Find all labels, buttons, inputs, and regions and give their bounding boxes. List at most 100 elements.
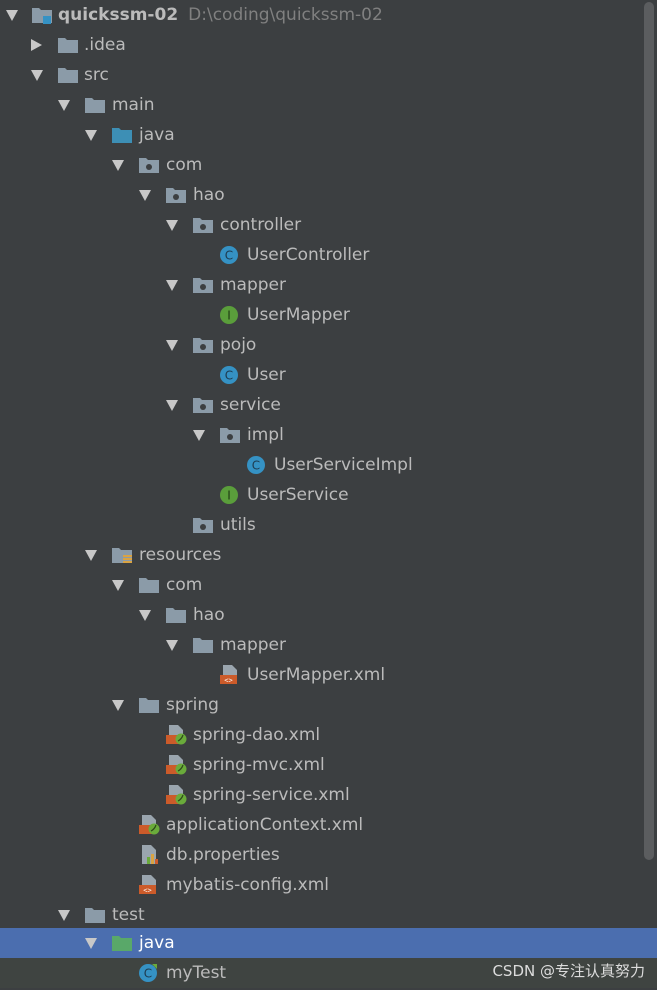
tree-row-user[interactable]: C User (0, 360, 657, 390)
file-label: applicationContext.xml (166, 815, 364, 835)
spring-xml-icon (138, 815, 160, 835)
folder-icon (57, 35, 79, 55)
folder-label: java (139, 125, 175, 145)
collapse-arrow-icon[interactable] (139, 190, 151, 201)
tree-row-usermapper-xml[interactable]: <> UserMapper.xml (0, 660, 657, 690)
test-class-icon: C (138, 963, 160, 983)
package-icon (192, 395, 214, 415)
package-icon (138, 155, 160, 175)
folder-label: spring (166, 695, 219, 715)
folder-label: java (139, 933, 175, 953)
svg-text:C: C (252, 459, 260, 473)
file-label: db.properties (166, 845, 280, 865)
tree-row-idea[interactable]: .idea (0, 30, 657, 60)
collapse-arrow-icon[interactable] (112, 580, 124, 591)
collapse-arrow-icon[interactable] (58, 910, 70, 921)
svg-text:I: I (227, 309, 231, 323)
collapse-arrow-icon[interactable] (85, 550, 97, 561)
package-label: mapper (220, 275, 287, 295)
folder-label: hao (193, 605, 225, 625)
collapse-arrow-icon[interactable] (166, 220, 178, 231)
collapse-arrow-icon[interactable] (139, 610, 151, 621)
tree-row-pojo[interactable]: pojo (0, 330, 657, 360)
vertical-scrollbar[interactable] (644, 2, 654, 860)
folder-label: .idea (84, 35, 126, 55)
expand-arrow-icon[interactable] (31, 39, 42, 51)
svg-text:<>: <> (224, 677, 232, 685)
folder-icon (84, 95, 106, 115)
svg-text:I: I (227, 489, 231, 503)
package-icon (165, 185, 187, 205)
tree-row-mybatis-config[interactable]: <> mybatis-config.xml (0, 870, 657, 900)
package-label: service (220, 395, 281, 415)
svg-text:C: C (144, 967, 152, 981)
tree-row-test[interactable]: test (0, 900, 657, 930)
tree-row-controller[interactable]: controller (0, 210, 657, 240)
tree-row-main[interactable]: main (0, 90, 657, 120)
project-path: D:\coding\quickssm-02 (188, 5, 383, 25)
folder-icon (57, 65, 79, 85)
collapse-arrow-icon[interactable] (193, 430, 205, 441)
tree-row-com[interactable]: com (0, 150, 657, 180)
collapse-arrow-icon[interactable] (31, 70, 43, 81)
package-label: utils (220, 515, 256, 535)
file-label: spring-mvc.xml (193, 755, 325, 775)
tree-row-resources[interactable]: resources (0, 540, 657, 570)
folder-icon (192, 635, 214, 655)
collapse-arrow-icon[interactable] (85, 938, 97, 949)
project-name-label: quickssm-02 D:\coding\quickssm-02 (58, 5, 383, 25)
collapse-arrow-icon[interactable] (58, 100, 70, 111)
tree-row-spring[interactable]: spring (0, 690, 657, 720)
class-label: UserController (247, 245, 370, 265)
tree-row-usercontroller[interactable]: C UserController (0, 240, 657, 270)
folder-label: com (166, 575, 203, 595)
collapse-arrow-icon[interactable] (166, 340, 178, 351)
tree-row-src[interactable]: src (0, 60, 657, 90)
file-label: spring-service.xml (193, 785, 350, 805)
folder-label: src (84, 65, 109, 85)
collapse-arrow-icon[interactable] (112, 700, 124, 711)
tree-row-java[interactable]: java (0, 120, 657, 150)
package-icon (192, 215, 214, 235)
tree-row-mapper[interactable]: mapper (0, 270, 657, 300)
tree-row-impl[interactable]: impl (0, 420, 657, 450)
properties-icon (138, 845, 160, 865)
file-label: UserMapper.xml (247, 665, 386, 685)
spring-xml-icon (165, 755, 187, 775)
tree-row-spring-service[interactable]: spring-service.xml (0, 780, 657, 810)
folder-label: resources (139, 545, 222, 565)
tree-row-res-hao[interactable]: hao (0, 600, 657, 630)
svg-text:<>: <> (143, 887, 151, 895)
collapse-arrow-icon[interactable] (166, 280, 178, 291)
package-label: hao (193, 185, 225, 205)
tree-row-usermapper[interactable]: I UserMapper (0, 300, 657, 330)
tree-row-db-properties[interactable]: db.properties (0, 840, 657, 870)
folder-label: main (112, 95, 155, 115)
watermark: CSDN @专注认真努力 (492, 962, 645, 980)
tree-row-service[interactable]: service (0, 390, 657, 420)
tree-row-test-java-selected[interactable]: java (0, 928, 657, 958)
spring-xml-icon (165, 725, 187, 745)
source-folder-icon (111, 125, 133, 145)
folder-icon (165, 605, 187, 625)
tree-row-applicationcontext[interactable]: applicationContext.xml (0, 810, 657, 840)
tree-row-userservice[interactable]: I UserService (0, 480, 657, 510)
package-label: com (166, 155, 203, 175)
folder-label: test (112, 905, 145, 925)
folder-icon (84, 905, 106, 925)
interface-label: UserService (247, 485, 349, 505)
tree-row-res-com[interactable]: com (0, 570, 657, 600)
collapse-arrow-icon[interactable] (6, 10, 18, 21)
package-label: pojo (220, 335, 257, 355)
tree-row-userserviceimpl[interactable]: C UserServiceImpl (0, 450, 657, 480)
tree-row-spring-dao[interactable]: spring-dao.xml (0, 720, 657, 750)
tree-row-project-root[interactable]: quickssm-02 D:\coding\quickssm-02 (0, 0, 657, 30)
collapse-arrow-icon[interactable] (85, 130, 97, 141)
tree-row-hao[interactable]: hao (0, 180, 657, 210)
collapse-arrow-icon[interactable] (166, 400, 178, 411)
tree-row-spring-mvc[interactable]: spring-mvc.xml (0, 750, 657, 780)
tree-row-res-mapper[interactable]: mapper (0, 630, 657, 660)
collapse-arrow-icon[interactable] (166, 640, 178, 651)
tree-row-utils[interactable]: utils (0, 510, 657, 540)
collapse-arrow-icon[interactable] (112, 160, 124, 171)
